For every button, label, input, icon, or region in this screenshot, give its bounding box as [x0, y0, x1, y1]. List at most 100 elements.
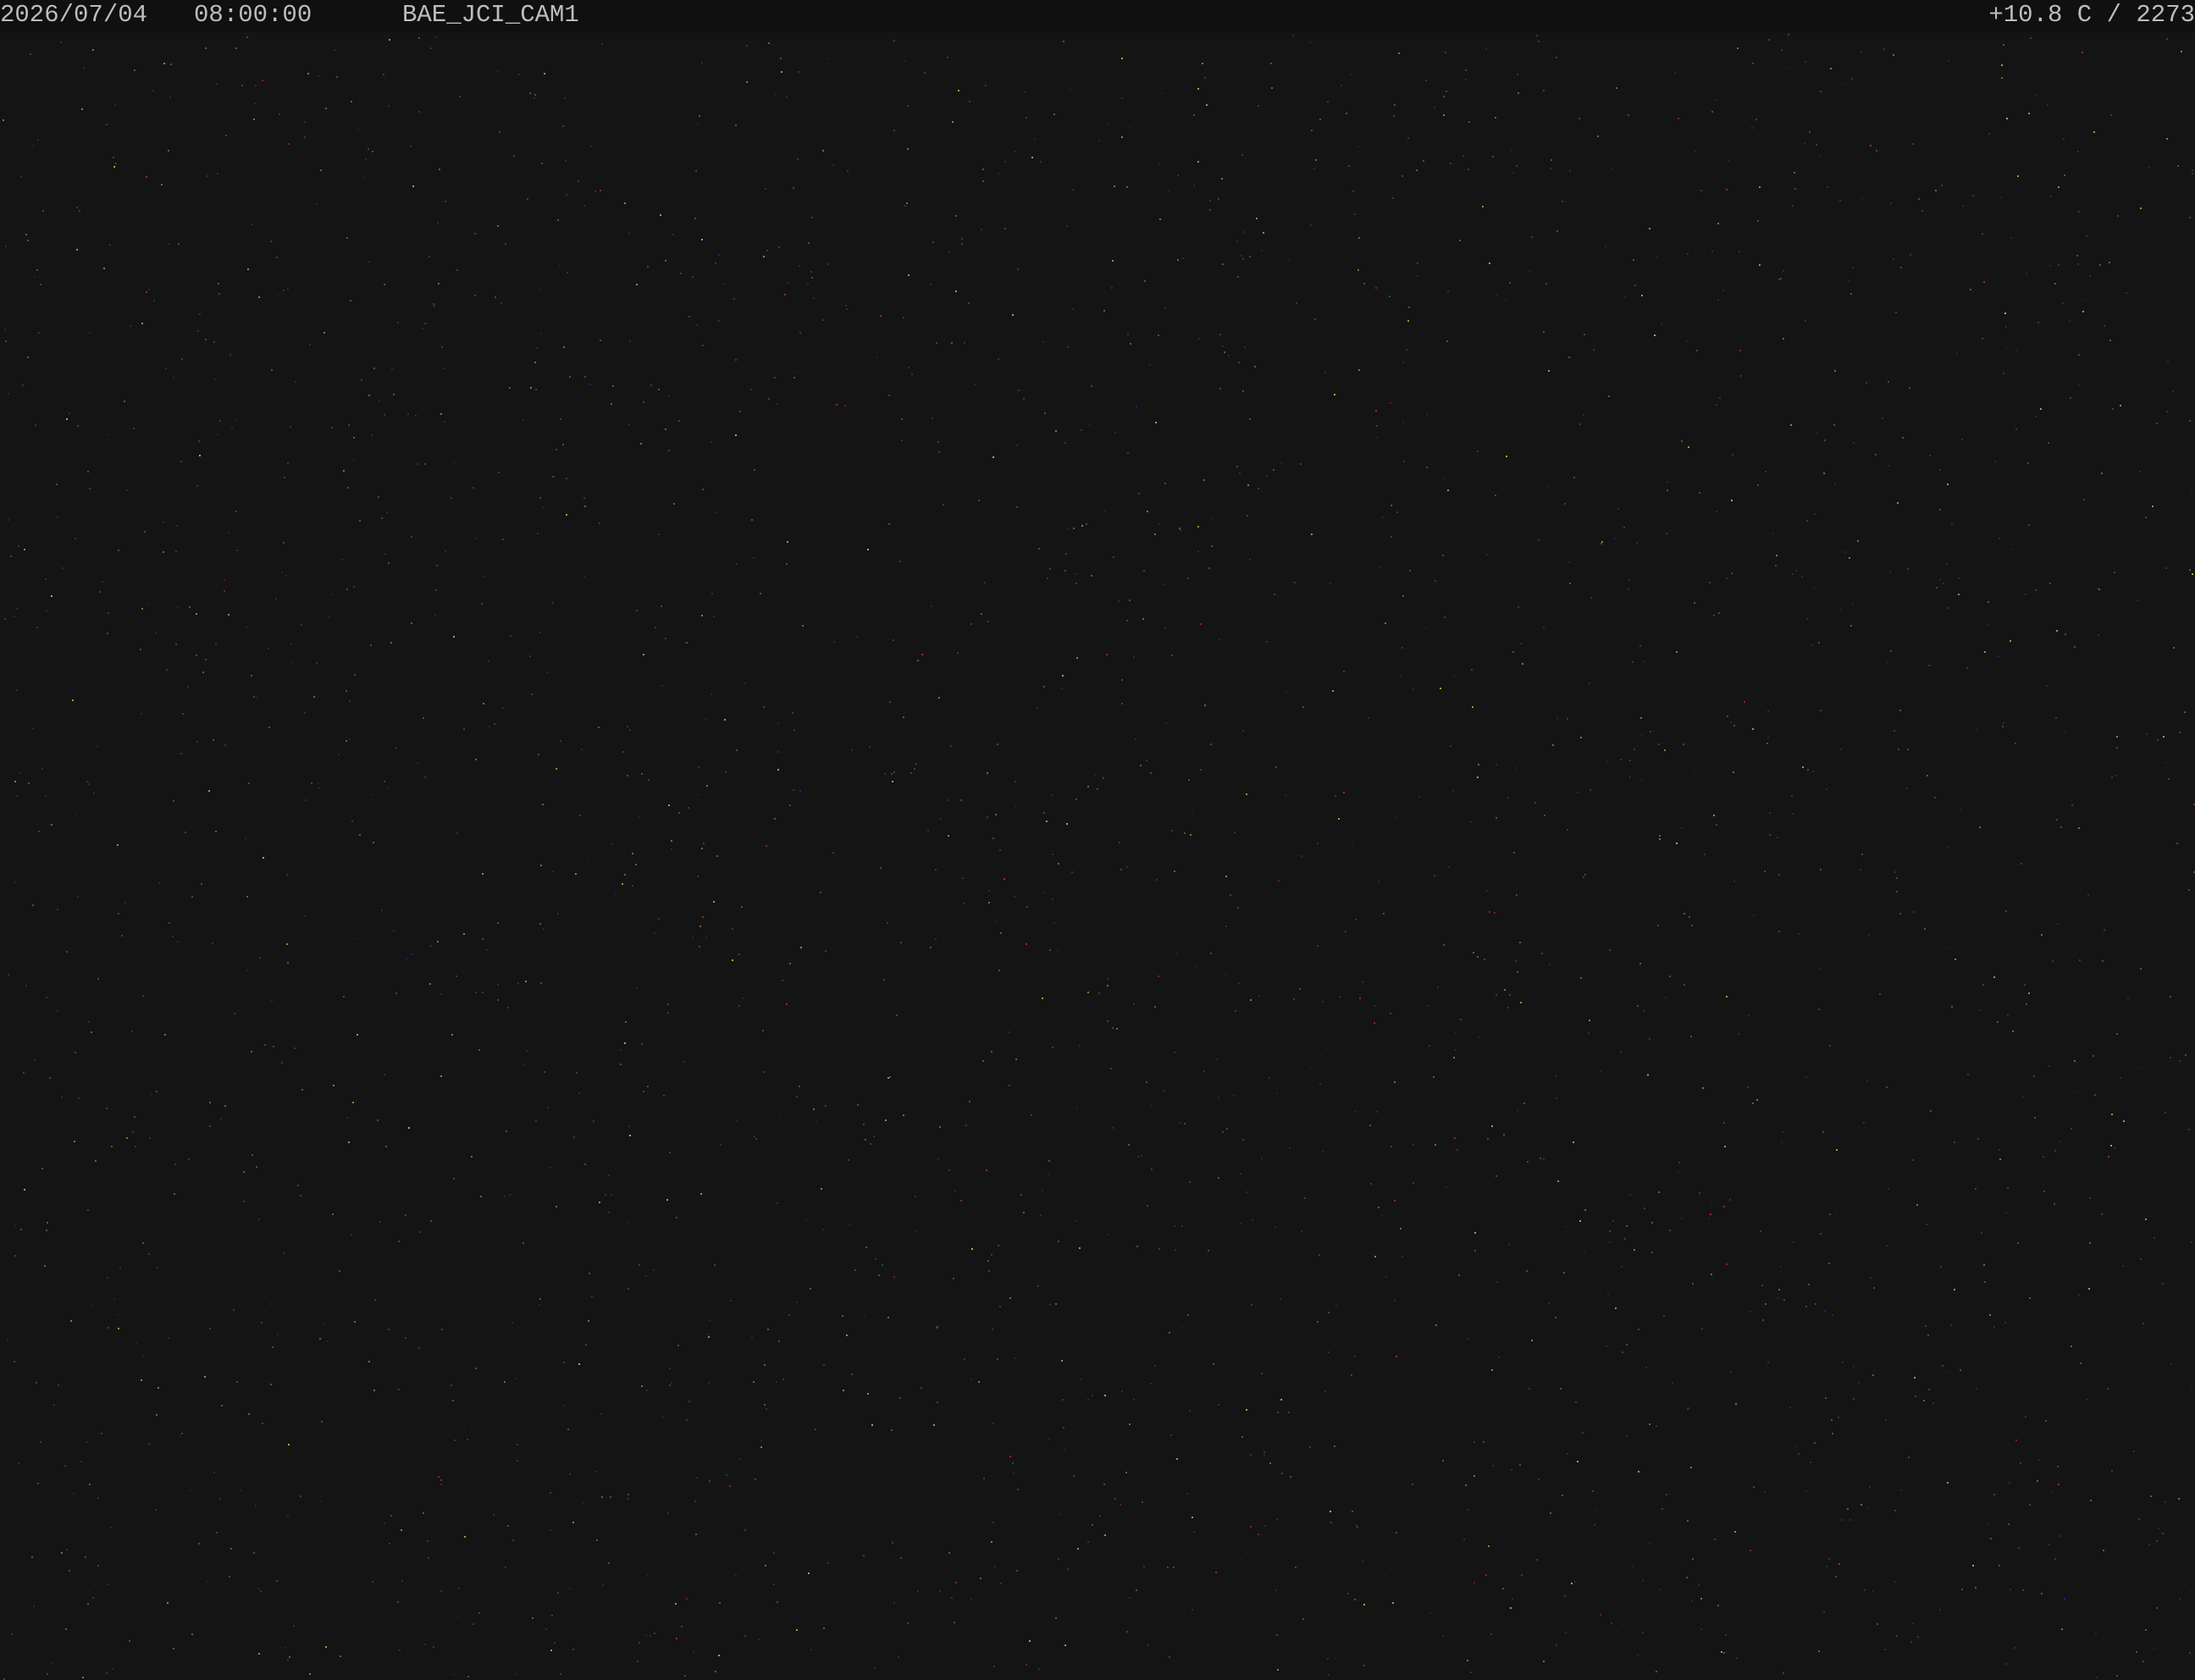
hot-pixel [655, 627, 656, 628]
hot-pixel [1222, 263, 1224, 265]
hot-pixel [473, 487, 474, 489]
hot-pixel [982, 169, 984, 170]
hot-pixel [699, 115, 700, 117]
hot-pixel [235, 47, 237, 49]
hot-pixel [986, 1169, 987, 1171]
hot-pixel [744, 682, 746, 684]
hot-pixel [1665, 997, 1667, 998]
hot-pixel [1249, 559, 1251, 561]
hot-pixel [1098, 992, 1100, 994]
hot-pixel [2016, 350, 2018, 351]
hot-pixel [1975, 1188, 1977, 1190]
hot-pixel [736, 1119, 738, 1121]
hot-pixel [144, 531, 146, 533]
hot-pixel [1237, 907, 1239, 909]
hot-pixel [27, 356, 29, 358]
hot-pixel [2184, 711, 2186, 713]
hot-pixel [1827, 186, 1828, 188]
hot-pixel [1752, 1102, 1754, 1104]
hot-pixel [1690, 1036, 1692, 1037]
hot-pixel [1900, 267, 1902, 268]
hot-pixel [1988, 133, 1990, 135]
hot-pixel [1064, 1644, 1066, 1646]
hot-pixel [2108, 1156, 2109, 1158]
hot-pixel [641, 1385, 643, 1387]
hot-pixel [1569, 583, 1571, 584]
hot-pixel [488, 660, 489, 662]
hot-pixel [1970, 289, 1971, 290]
hot-pixel [1552, 744, 1554, 746]
hot-pixel [1750, 1550, 1751, 1551]
hot-pixel [639, 1642, 640, 1644]
hot-pixel [1177, 259, 1179, 261]
hot-pixel [1888, 465, 1890, 467]
hot-pixel [1310, 1068, 1312, 1069]
hot-pixel [951, 1597, 953, 1599]
hot-pixel [947, 799, 948, 801]
hot-pixel [2154, 1237, 2155, 1239]
hot-pixel [1579, 423, 1581, 425]
hot-pixel [970, 1379, 972, 1380]
hot-pixel [86, 781, 88, 782]
hot-pixel [729, 1485, 731, 1487]
hot-pixel [1678, 1162, 1680, 1163]
hot-pixel [16, 689, 18, 691]
hot-pixel [2111, 1114, 2113, 1115]
hot-pixel [1593, 349, 1595, 351]
hot-pixel [287, 462, 289, 464]
hot-pixel [316, 203, 318, 205]
hot-pixel [669, 1368, 671, 1369]
hot-pixel [1225, 876, 1227, 877]
hot-pixel [1899, 710, 1901, 711]
hot-pixel [1087, 1541, 1089, 1543]
hot-pixel [1014, 1357, 1015, 1359]
hot-pixel [218, 293, 220, 295]
hot-pixel [502, 539, 504, 540]
hot-pixel [47, 1673, 48, 1675]
hot-pixel [497, 999, 499, 1001]
hot-pixel [1556, 230, 1558, 232]
hot-pixel [539, 1304, 540, 1306]
hot-pixel [1328, 1312, 1330, 1313]
hot-pixel [991, 1541, 992, 1543]
hot-pixel [1714, 1539, 1716, 1540]
hot-pixel [4, 618, 6, 620]
hot-pixel [1823, 472, 1825, 474]
hot-pixel [2185, 1054, 2187, 1056]
hot-pixel [1914, 1377, 1916, 1379]
hot-pixel [1111, 287, 1113, 289]
hot-pixel [148, 1443, 150, 1445]
hot-pixel [112, 1668, 113, 1670]
hot-pixel [1136, 1589, 1137, 1591]
hot-pixel [1540, 1158, 1541, 1159]
hot-pixel [2079, 959, 2081, 961]
hot-pixel [1629, 776, 1631, 778]
hot-pixel [1417, 275, 1418, 277]
hot-pixel [217, 434, 218, 435]
hot-pixel [483, 576, 484, 578]
hot-pixel [1429, 1045, 1430, 1047]
hot-pixel [1012, 314, 1014, 316]
hot-pixel [518, 74, 520, 75]
hot-pixel [1235, 1010, 1236, 1012]
hot-pixel [799, 1086, 800, 1087]
hot-pixel [917, 1590, 919, 1592]
hot-pixel [1666, 1494, 1667, 1495]
hot-pixel [1564, 1595, 1566, 1597]
hot-pixel [628, 1498, 629, 1500]
hot-pixel [2043, 1191, 2045, 1192]
hot-pixel [353, 437, 355, 439]
hot-pixel [172, 936, 174, 937]
hot-pixel [2142, 1323, 2144, 1324]
hot-pixel [982, 180, 984, 182]
hot-pixel [1046, 821, 1048, 822]
hot-pixel [1064, 1449, 1066, 1451]
hot-pixel [1068, 528, 1070, 529]
hot-pixel [467, 1439, 468, 1440]
hot-pixel [2126, 292, 2127, 294]
hot-pixel [1860, 51, 1862, 52]
hot-pixel [248, 1413, 250, 1415]
hot-pixel [1490, 1633, 1492, 1635]
hot-pixel [1200, 769, 1202, 771]
hot-pixel [224, 1105, 226, 1107]
